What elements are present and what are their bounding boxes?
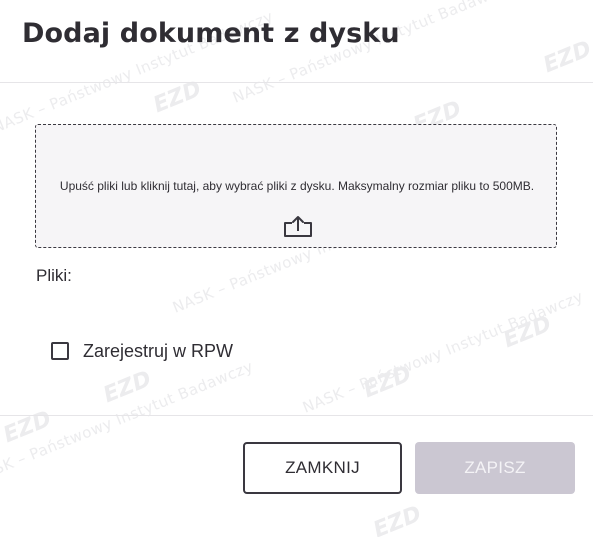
add-document-dialog: NASK – Państwowy Instytut Badawczy NASK … xyxy=(0,0,593,537)
watermark-text: NASK – Państwowy Instytut Badawczy xyxy=(300,287,586,417)
watermark-logo: EZD xyxy=(500,311,556,354)
register-rpw-option[interactable]: Zarejestruj w RPW xyxy=(51,340,233,362)
dialog-title: Dodaj dokument z dysku xyxy=(22,18,400,49)
register-rpw-label[interactable]: Zarejestruj w RPW xyxy=(83,341,233,362)
watermark-logo: EZD xyxy=(360,361,416,404)
watermark-logo: EZD xyxy=(100,366,156,409)
dropzone-instruction: Upuść pliki lub kliknij tutaj, aby wybra… xyxy=(59,179,535,193)
dialog-footer: ZAMKNIJ ZAPISZ xyxy=(0,415,593,538)
close-button[interactable]: ZAMKNIJ xyxy=(243,442,402,494)
save-button[interactable]: ZAPISZ xyxy=(415,442,575,494)
dialog-header: Dodaj dokument z dysku xyxy=(0,0,593,83)
upload-icon xyxy=(284,216,312,237)
files-label: Pliki: xyxy=(36,266,72,285)
register-rpw-checkbox[interactable] xyxy=(51,342,69,360)
file-dropzone[interactable]: Upuść pliki lub kliknij tutaj, aby wybra… xyxy=(35,124,557,248)
